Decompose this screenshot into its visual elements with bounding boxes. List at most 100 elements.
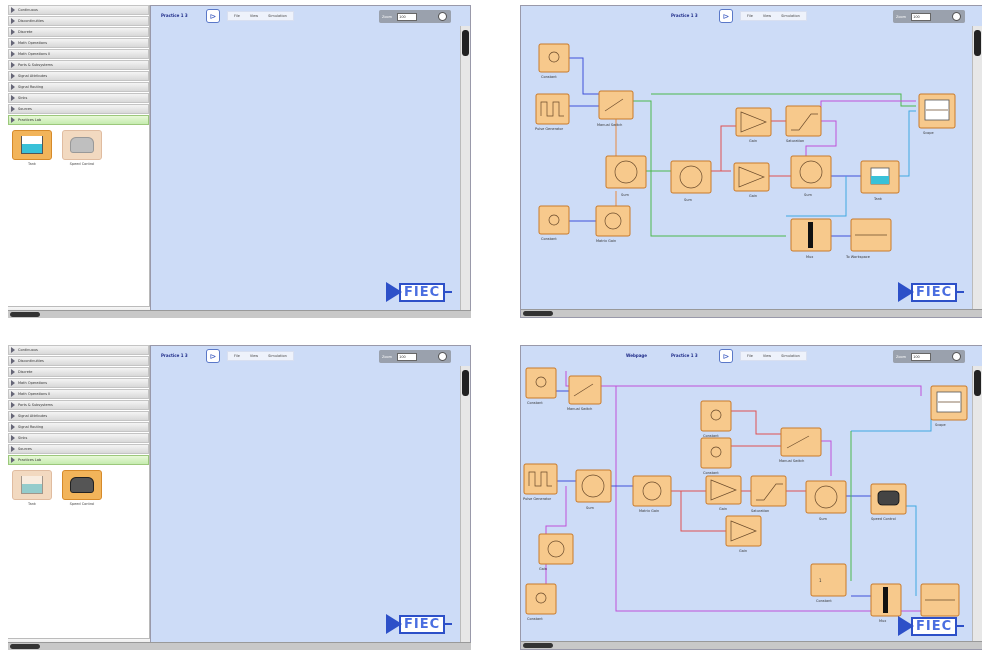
block-constant-4[interactable]: Constant	[525, 583, 557, 621]
library-category[interactable]: Discontinuities	[8, 16, 149, 26]
block-sum[interactable]: Sum	[605, 155, 647, 197]
library-category[interactable]: Discrete	[8, 27, 149, 37]
block-gain[interactable]: Gain	[705, 475, 742, 511]
library-block-speed-control[interactable]: Speed Control	[61, 130, 103, 166]
horizontal-scrollbar[interactable]	[521, 309, 982, 317]
block-matrix-gain[interactable]: Matrix Gain	[595, 205, 631, 243]
library-category[interactable]: Math Operations II	[8, 49, 149, 59]
library-category[interactable]: Math Operations II	[8, 389, 149, 399]
scroll-thumb[interactable]	[974, 30, 981, 56]
block-constant[interactable]: Constant	[538, 43, 570, 79]
library-category-practices-lab[interactable]: Practices Lab	[8, 115, 149, 125]
scroll-thumb[interactable]	[974, 370, 981, 396]
library-category[interactable]: Signal Routing	[8, 422, 149, 432]
block-mux[interactable]: Mux	[790, 218, 832, 259]
zoom-input[interactable]: 100	[397, 12, 418, 21]
block-constant[interactable]: Constant	[525, 367, 557, 405]
canvas-toolbar: Practice 1 3 ⊳ File View Simulation Zoom…	[151, 6, 470, 26]
library-category[interactable]: Discontinuities	[8, 356, 149, 366]
scroll-thumb[interactable]	[10, 312, 40, 317]
model-logo-icon[interactable]: ⊳	[206, 349, 220, 363]
model-canvas[interactable]: Practice 1 3 ⊳ File View Simulation Zoom…	[150, 345, 471, 650]
block-gain-2[interactable]: Gain	[725, 515, 762, 553]
model-canvas[interactable]: Practice 1 3 ⊳ File View Simulation Zoom…	[150, 5, 471, 318]
svg-text:Scope: Scope	[923, 131, 934, 135]
block-sum-3[interactable]: Sum	[790, 155, 832, 197]
block-sum-2[interactable]: Sum	[805, 480, 847, 521]
horizontal-scrollbar[interactable]	[8, 310, 471, 318]
library-block-speed-control[interactable]: Speed Control	[61, 470, 103, 506]
library-block-tank[interactable]: Tank	[11, 130, 53, 166]
block-saturation[interactable]: Saturation	[750, 475, 787, 513]
block-manual-switch[interactable]: Manual Switch	[567, 375, 602, 411]
zoom-reset-icon[interactable]	[438, 352, 447, 361]
menu-file[interactable]: File	[234, 14, 240, 18]
library-category-practices-lab[interactable]: Practices Lab	[8, 455, 149, 465]
block-constant-5[interactable]: 1Constant	[810, 563, 847, 603]
block-manual-switch-2[interactable]: Manual Switch	[779, 427, 822, 463]
library-category[interactable]: Signal Attributes	[8, 411, 149, 421]
library-category[interactable]: Ports & Subsystems	[8, 400, 149, 410]
menu-view[interactable]: View	[250, 354, 258, 358]
block-manual-switch[interactable]: Manual Switch	[597, 90, 634, 127]
library-category[interactable]: Continuous	[8, 345, 149, 355]
block-gain[interactable]: Gain	[735, 107, 772, 143]
expand-arrow-icon	[11, 402, 15, 408]
block-gain-3[interactable]: Gain	[538, 533, 574, 571]
scroll-thumb[interactable]	[462, 370, 469, 396]
zoom-input[interactable]: 100	[397, 352, 418, 361]
menu-file[interactable]: File	[234, 354, 240, 358]
block-scope[interactable]: Scope	[930, 385, 968, 427]
block-scope[interactable]: Scope	[918, 93, 956, 135]
library-category[interactable]: Sinks	[8, 433, 149, 443]
scroll-thumb[interactable]	[10, 644, 40, 649]
block-speed-control[interactable]: Speed Control	[870, 483, 907, 521]
model-logo-icon[interactable]: ⊳	[206, 9, 220, 23]
block-saturation[interactable]: Saturation	[785, 105, 822, 143]
library-category[interactable]: Sources	[8, 444, 149, 454]
block-gain-2[interactable]: Gain	[733, 162, 770, 198]
library-category[interactable]: Sources	[8, 104, 149, 114]
menu-view[interactable]: View	[250, 14, 258, 18]
zoom-reset-icon[interactable]	[438, 12, 447, 21]
zoom-control: Zoom 100	[379, 350, 451, 363]
vertical-scrollbar[interactable]	[972, 26, 982, 317]
svg-text:Mux: Mux	[806, 255, 813, 259]
scroll-thumb[interactable]	[523, 311, 553, 316]
block-sum[interactable]: Sum	[575, 469, 612, 510]
vertical-scrollbar[interactable]	[972, 366, 982, 649]
scroll-thumb[interactable]	[462, 30, 469, 56]
model-title[interactable]: Practice 1 3	[161, 353, 188, 358]
vertical-scrollbar[interactable]	[460, 26, 470, 317]
block-pulse-generator[interactable]: Pulse Generator	[535, 93, 570, 131]
menu-simulation[interactable]: Simulation	[268, 14, 287, 18]
library-category[interactable]: Sinks	[8, 93, 149, 103]
block-matrix-gain[interactable]: Matrix Gain	[632, 475, 672, 513]
scroll-thumb[interactable]	[523, 643, 553, 648]
block-mux[interactable]: Mux	[870, 583, 902, 623]
model-title[interactable]: Practice 1 3	[161, 13, 188, 18]
block-pulse-generator[interactable]: Pulse Generator	[523, 463, 558, 501]
horizontal-scrollbar[interactable]	[8, 642, 471, 650]
library-category[interactable]: Continuous	[8, 5, 149, 15]
block-to-workspace[interactable]: To Workspace	[845, 218, 892, 259]
library-category[interactable]: Signal Attributes	[8, 71, 149, 81]
svg-text:Constant: Constant	[703, 434, 719, 438]
block-constant-3[interactable]: Constant	[700, 437, 732, 475]
block-constant-2[interactable]: Constant	[700, 400, 732, 438]
model-canvas[interactable]: Webpage Practice 1 3 ⊳ File View Simulat…	[520, 345, 982, 650]
block-sum-2[interactable]: Sum	[670, 160, 712, 202]
library-category[interactable]: Ports & Subsystems	[8, 60, 149, 70]
library-category[interactable]: Math Operations	[8, 378, 149, 388]
model-canvas[interactable]: Practice 1 3 ⊳ File View Simulation Zoom…	[520, 5, 982, 318]
menu-simulation[interactable]: Simulation	[268, 354, 287, 358]
library-block-tank[interactable]: Tank	[11, 470, 53, 506]
horizontal-scrollbar[interactable]	[521, 641, 982, 649]
block-constant-2[interactable]: Constant	[538, 205, 570, 241]
library-category[interactable]: Signal Routing	[8, 82, 149, 92]
library-category[interactable]: Math Operations	[8, 38, 149, 48]
library-category[interactable]: Discrete	[8, 367, 149, 377]
vertical-scrollbar[interactable]	[460, 366, 470, 649]
fiec-logo: FIEC	[386, 611, 458, 637]
block-tank[interactable]: Tank	[860, 160, 900, 201]
